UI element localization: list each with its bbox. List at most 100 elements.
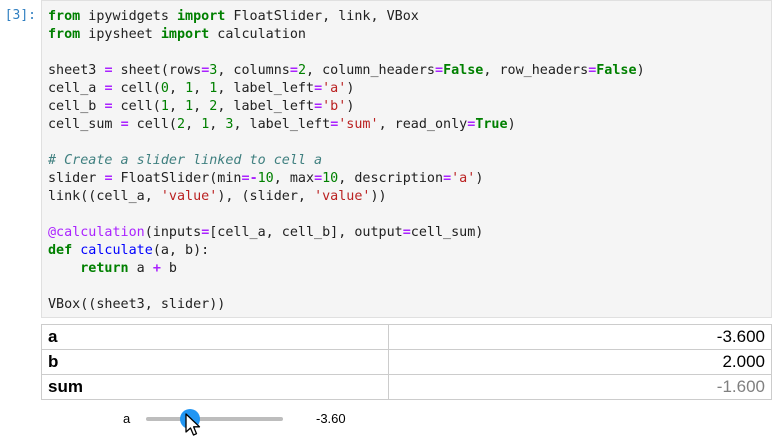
cell-value[interactable]: 2.000	[388, 349, 772, 375]
slider-readout[interactable]: -3.60	[316, 411, 346, 426]
code-token: ,	[168, 81, 186, 96]
code-token: 10	[257, 171, 274, 186]
code-token: calculate	[80, 243, 153, 258]
code-line: cell_b = cell(1, 1, 2, label_left='b')	[48, 99, 354, 114]
slider-track[interactable]	[146, 409, 283, 429]
code-token: +	[152, 261, 161, 276]
cell-label: a	[41, 324, 389, 350]
code-token: 1	[160, 99, 169, 114]
code-token: cell_a	[48, 81, 105, 96]
code-token: [cell_a, cell_b], output	[209, 225, 403, 240]
code-token: import	[177, 9, 226, 24]
code-token: 10	[322, 171, 339, 186]
code-token: True	[475, 117, 508, 132]
code-token: False	[596, 63, 637, 78]
code-line: # Create a slider linked to cell a	[48, 153, 322, 168]
code-line: link((cell_a, 'value'), (slider, 'value'…	[48, 189, 387, 204]
code-line: return a + b	[48, 261, 177, 276]
code-token: ,	[193, 81, 210, 96]
code-token: , label_left	[217, 99, 315, 114]
code-token: cell(	[128, 117, 177, 132]
code-token: =	[104, 81, 113, 96]
code-token: def	[48, 243, 73, 258]
code-token: , read_only	[378, 117, 468, 132]
code-token: 2	[177, 117, 186, 132]
code-line: slider = FloatSlider(min=-10, max=10, de…	[48, 171, 483, 186]
code-text[interactable]: from ipywidgets import FloatSlider, link…	[42, 1, 771, 314]
code-token: 1	[185, 99, 194, 114]
code-token: cell_sum	[48, 117, 121, 132]
code-token: =	[104, 99, 113, 114]
mouse-pointer-icon	[185, 413, 201, 436]
code-token: , label_left	[233, 117, 331, 132]
code-token: 0	[160, 81, 169, 96]
code-token: )	[346, 81, 355, 96]
cell-value[interactable]: -3.600	[388, 324, 772, 350]
code-token: ipywidgets	[80, 9, 177, 24]
code-token: VBox((sheet3, slider))	[48, 297, 226, 312]
code-token: =	[104, 63, 113, 78]
code-token: 'value'	[160, 189, 218, 204]
code-token: slider	[48, 171, 105, 186]
code-token: ,	[193, 99, 210, 114]
code-token: sheet(rows	[112, 63, 202, 78]
code-token: from	[48, 27, 81, 42]
code-token: =	[314, 81, 323, 96]
code-token: # Create a slider linked to cell a	[48, 153, 323, 168]
code-token: =	[289, 63, 298, 78]
code-token: cell(	[112, 81, 161, 96]
code-token: 'sum'	[338, 117, 379, 132]
code-token: b	[160, 261, 177, 276]
code-token: import	[160, 27, 210, 42]
code-token: )	[636, 63, 645, 78]
code-token: (inputs	[144, 225, 202, 240]
code-token: 'a'	[322, 81, 347, 96]
code-token: )	[475, 171, 484, 186]
code-token: , description	[338, 171, 444, 186]
code-token: 'b'	[322, 99, 347, 114]
code-token: , columns	[217, 63, 290, 78]
code-token: =	[314, 99, 323, 114]
code-token: , row_headers	[483, 63, 589, 78]
code-token: from	[48, 9, 81, 24]
code-token: FloatSlider, link, VBox	[225, 9, 419, 24]
code-token: 1	[185, 81, 194, 96]
code-line: cell_a = cell(0, 1, 1, label_left='a')	[48, 81, 354, 96]
code-line: VBox((sheet3, slider))	[48, 297, 225, 312]
code-token: 'a'	[451, 171, 476, 186]
code-token: )	[346, 99, 355, 114]
code-token: =	[120, 117, 129, 132]
code-token: , label_left	[217, 81, 315, 96]
code-token: link((cell_a,	[48, 189, 161, 204]
code-line: sheet3 = sheet(rows=3, columns=2, column…	[48, 63, 645, 78]
code-token: )	[507, 117, 516, 132]
code-token: =	[435, 63, 444, 78]
sheet-row-a: a -3.600	[41, 324, 772, 350]
sheet-widget: a -3.600 b 2.000 sum -1.600	[41, 324, 772, 400]
code-token: @calculation	[48, 225, 145, 240]
code-token: ,	[185, 117, 202, 132]
code-line: @calculation(inputs =[cell_a, cell_b], ou…	[48, 225, 483, 240]
code-token: sheet3	[48, 63, 105, 78]
code-token: cell_b	[48, 99, 105, 114]
cell-prompt: [3]:	[4, 8, 36, 23]
code-token: return	[80, 261, 129, 276]
code-cell-editor[interactable]: from ipywidgets import FloatSlider, link…	[41, 0, 772, 318]
code-token: ,	[168, 99, 186, 114]
code-token: =	[314, 171, 323, 186]
code-token: , max	[273, 171, 315, 186]
cell-value: -1.600	[388, 374, 772, 400]
code-token: =	[443, 171, 452, 186]
code-token: 'value'	[314, 189, 371, 204]
code-token: False	[443, 63, 484, 78]
code-token: calculation	[209, 27, 306, 42]
code-token: FloatSlider(min	[112, 171, 242, 186]
code-token: =	[402, 225, 411, 240]
code-token: a	[128, 261, 153, 276]
code-line: cell_sum = cell(2, 1, 3, label_left='sum…	[48, 117, 516, 132]
slider-description: a	[123, 411, 131, 426]
cell-label: sum	[41, 374, 389, 400]
sheet-row-sum: sum -1.600	[41, 374, 772, 400]
code-token: ipysheet	[80, 27, 161, 42]
